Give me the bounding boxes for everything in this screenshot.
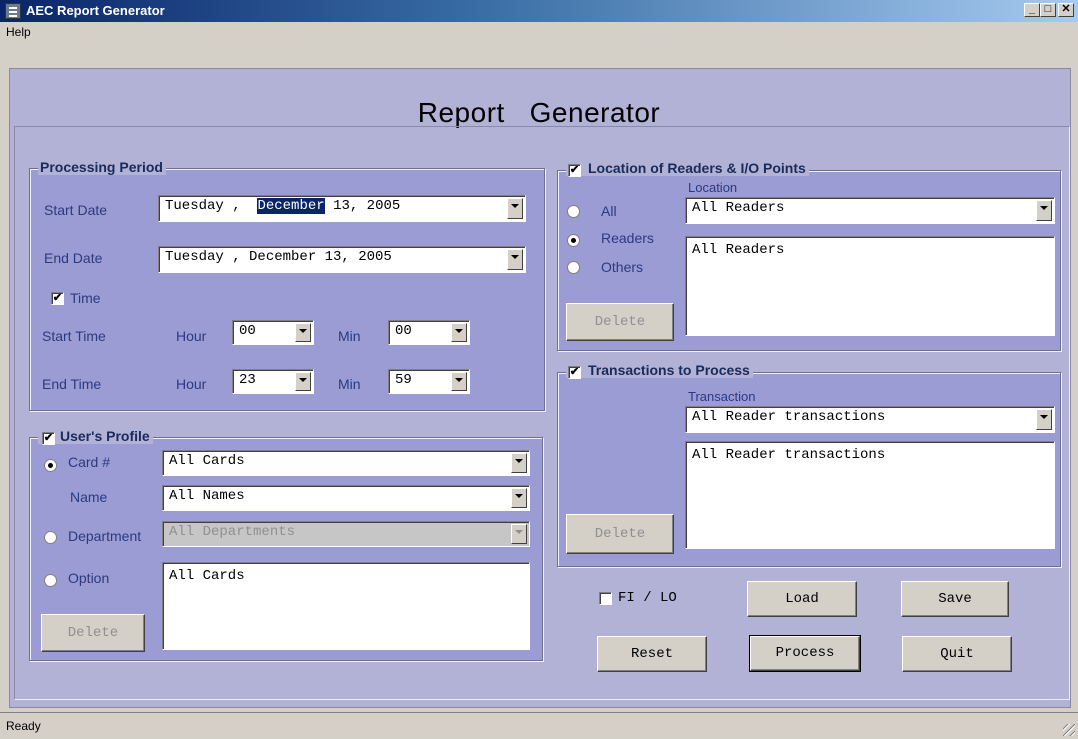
end-date-label: End Date: [44, 250, 103, 266]
chevron-down-icon[interactable]: [511, 488, 527, 508]
option-radio[interactable]: [44, 574, 57, 587]
chevron-down-icon[interactable]: [1036, 200, 1052, 221]
location-others-label: Others: [601, 259, 644, 275]
chevron-down-icon[interactable]: [507, 249, 523, 270]
location-sub-label: Location: [688, 180, 738, 195]
transaction-sub-label: Transaction: [688, 389, 756, 404]
page-title: Report Generator: [417, 97, 661, 128]
location-list[interactable]: All Readers: [685, 236, 1055, 336]
option-label: Option: [68, 570, 110, 586]
name-value: All Names: [169, 488, 245, 504]
menu-bar: Help: [0, 22, 1078, 42]
save-button[interactable]: Save: [901, 581, 1009, 617]
location-list-item[interactable]: All Readers: [692, 242, 784, 258]
title-bar[interactable]: AEC Report Generator _ □ ✕: [0, 0, 1078, 22]
status-bar: Ready: [0, 712, 1078, 739]
close-icon: ✕: [1061, 3, 1071, 15]
status-text: Ready: [6, 719, 41, 733]
end-date-picker[interactable]: Tuesday , December 13, 2005: [158, 246, 526, 273]
location-select[interactable]: All Readers: [685, 197, 1055, 224]
card-select[interactable]: All Cards: [162, 450, 530, 476]
chevron-down-icon[interactable]: [511, 453, 527, 473]
start-hour-value: 00: [239, 323, 256, 339]
card-label: Card #: [68, 454, 111, 470]
department-select[interactable]: All Departments: [162, 521, 530, 547]
card-value: All Cards: [169, 453, 245, 469]
time-checkbox[interactable]: ✔: [51, 292, 64, 305]
start-date-day: Tuesday ,: [165, 198, 241, 214]
transaction-list-item[interactable]: All Reader transactions: [692, 447, 885, 463]
name-label: Name: [70, 489, 108, 505]
transactions-delete-button[interactable]: Delete: [566, 514, 674, 554]
department-label: Department: [68, 528, 142, 544]
start-date-month[interactable]: December: [257, 198, 325, 214]
maximize-button[interactable]: □: [1040, 3, 1056, 17]
location-legend: Location of Readers & I/O Points: [566, 160, 809, 176]
department-radio[interactable]: [44, 531, 57, 544]
start-time-label: Start Time: [42, 328, 106, 344]
menu-help[interactable]: Help: [6, 25, 31, 39]
location-all-label: All: [601, 203, 617, 219]
window-title: AEC Report Generator: [26, 3, 165, 18]
end-min-label: Min: [338, 376, 361, 392]
maximize-icon: □: [1044, 3, 1052, 15]
start-date-label: Start Date: [44, 202, 108, 218]
fi-lo-checkbox[interactable]: [599, 592, 612, 605]
location-delete-button[interactable]: Delete: [566, 303, 674, 341]
start-date-rest: 13, 2005: [333, 198, 401, 214]
app-icon[interactable]: [5, 3, 21, 19]
chevron-down-icon[interactable]: [295, 323, 311, 342]
minimize-button[interactable]: _: [1024, 3, 1040, 17]
start-min-select[interactable]: 00: [388, 320, 470, 345]
chevron-down-icon[interactable]: [451, 323, 467, 342]
end-time-label: End Time: [42, 376, 102, 392]
chevron-down-icon[interactable]: [1036, 409, 1052, 430]
end-date-value: Tuesday , December 13, 2005: [165, 249, 392, 265]
user-profile-legend: User's Profile: [38, 428, 153, 444]
transaction-value: All Reader transactions: [692, 409, 886, 425]
chevron-down-icon[interactable]: [511, 524, 527, 544]
end-hour-label: Hour: [176, 376, 207, 392]
start-min-value: 00: [395, 323, 412, 339]
resize-grip-icon[interactable]: [1063, 724, 1075, 736]
quit-button[interactable]: Quit: [902, 636, 1012, 672]
location-readers-radio[interactable]: [567, 234, 580, 247]
end-min-value: 59: [395, 372, 412, 388]
name-select[interactable]: All Names: [162, 485, 530, 511]
location-all-radio[interactable]: [567, 205, 580, 218]
location-checkbox[interactable]: ✔: [568, 164, 581, 177]
start-date-picker[interactable]: Tuesday , December 13, 2005: [158, 195, 526, 222]
chevron-down-icon[interactable]: [507, 198, 523, 219]
start-hour-select[interactable]: 00: [232, 320, 314, 345]
location-readers-label: Readers: [601, 230, 654, 246]
load-button[interactable]: Load: [747, 581, 857, 617]
fi-lo-label: FI / LO: [618, 590, 677, 606]
user-profile-delete-button[interactable]: Delete: [41, 614, 145, 652]
end-hour-select[interactable]: 23: [232, 369, 314, 394]
transactions-legend: Transactions to Process: [566, 362, 753, 378]
transactions-checkbox[interactable]: ✔: [568, 366, 581, 379]
end-min-select[interactable]: 59: [388, 369, 470, 394]
user-profile-checkbox[interactable]: ✔: [42, 432, 55, 445]
transaction-list[interactable]: All Reader transactions: [685, 441, 1055, 549]
card-radio[interactable]: [44, 459, 57, 472]
option-list[interactable]: All Cards: [162, 562, 530, 650]
reset-button[interactable]: Reset: [597, 636, 707, 672]
option-list-item[interactable]: All Cards: [169, 568, 245, 584]
time-label: Time: [70, 290, 101, 306]
location-others-radio[interactable]: [567, 261, 580, 274]
minimize-icon: _: [1028, 3, 1036, 15]
chevron-down-icon[interactable]: [295, 372, 311, 391]
processing-period-legend: Processing Period: [38, 159, 166, 175]
end-hour-value: 23: [239, 372, 256, 388]
chevron-down-icon[interactable]: [451, 372, 467, 391]
transaction-select[interactable]: All Reader transactions: [685, 406, 1055, 433]
process-button[interactable]: Process: [749, 635, 861, 672]
department-value: All Departments: [169, 524, 296, 540]
start-min-label: Min: [338, 328, 361, 344]
location-value: All Readers: [692, 200, 785, 216]
close-button[interactable]: ✕: [1058, 3, 1074, 17]
start-hour-label: Hour: [176, 328, 207, 344]
